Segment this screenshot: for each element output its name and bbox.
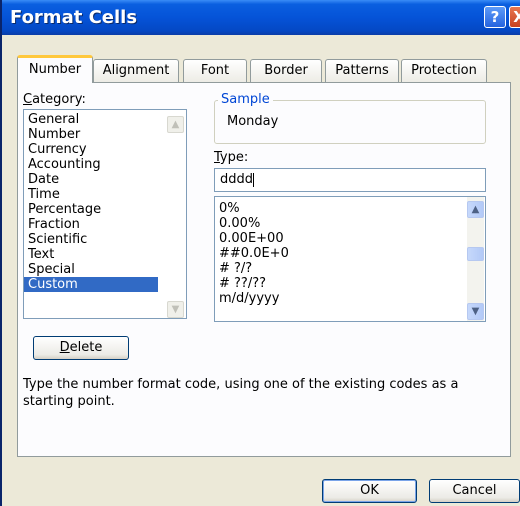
type-input-value: dddd	[220, 172, 254, 187]
cancel-button[interactable]: Cancel	[429, 479, 520, 503]
scroll-thumb[interactable]	[467, 247, 484, 261]
help-button[interactable]: ?	[484, 6, 506, 28]
ok-button[interactable]: OK	[322, 479, 417, 503]
delete-button[interactable]: Delete	[33, 336, 129, 360]
list-item[interactable]: 0.00%	[215, 216, 485, 231]
list-item[interactable]: ##0.0E+0	[215, 246, 485, 261]
title-bar[interactable]: Format Cells ? X	[2, 0, 520, 35]
window-title: Format Cells	[10, 7, 138, 28]
list-item[interactable]: Text	[24, 247, 186, 262]
category-listbox[interactable]: General Number Currency Accounting Date …	[23, 109, 187, 319]
tab-font[interactable]: Font	[183, 59, 247, 83]
list-item[interactable]: Scientific	[24, 232, 186, 247]
close-button[interactable]: X	[509, 6, 520, 28]
list-item[interactable]: Time	[24, 187, 186, 202]
list-item[interactable]: Fraction	[24, 217, 186, 232]
text-caret	[253, 172, 255, 187]
type-label: Type:	[214, 150, 249, 165]
list-item[interactable]: Number	[24, 127, 186, 142]
list-item[interactable]: 0%	[215, 201, 485, 216]
list-item[interactable]: Accounting	[24, 157, 186, 172]
tab-alignment[interactable]: Alignment	[93, 59, 179, 83]
description-text: Type the number format code, using one o…	[23, 377, 459, 409]
list-item[interactable]: m/d/yyyy	[215, 291, 485, 306]
tab-patterns[interactable]: Patterns	[325, 59, 399, 83]
scroll-up-icon[interactable]: ▲	[167, 116, 184, 133]
list-item[interactable]: Currency	[24, 142, 186, 157]
format-scrollbar[interactable]: ▲ ▼	[467, 197, 484, 321]
list-item[interactable]: # ??/??	[215, 276, 485, 291]
list-item[interactable]: Percentage	[24, 202, 186, 217]
sample-legend: Sample	[218, 92, 273, 107]
sample-value: Monday	[227, 114, 279, 129]
list-item-selected[interactable]: Custom	[24, 277, 158, 292]
category-scrollbar[interactable]: ▲ ▼	[167, 110, 184, 318]
scroll-up-icon[interactable]: ▲	[467, 201, 484, 218]
tab-number[interactable]: Number	[17, 55, 93, 83]
type-input[interactable]: dddd	[214, 168, 486, 192]
list-item[interactable]: Special	[24, 262, 186, 277]
format-cells-dialog: Format Cells ? X Number Alignment Font B…	[0, 0, 520, 506]
list-item[interactable]: Date	[24, 172, 186, 187]
category-label: Category:	[23, 92, 86, 107]
scroll-down-icon[interactable]: ▼	[467, 303, 484, 320]
list-item[interactable]: 0.00E+00	[215, 231, 485, 246]
list-item[interactable]: # ?/?	[215, 261, 485, 276]
scroll-down-icon[interactable]: ▼	[167, 301, 184, 318]
list-item[interactable]: General	[24, 112, 186, 127]
tab-protection[interactable]: Protection	[401, 59, 487, 83]
tab-border[interactable]: Border	[250, 59, 322, 83]
format-listbox[interactable]: 0% 0.00% 0.00E+00 ##0.0E+0 # ?/? # ??/??…	[214, 196, 486, 322]
